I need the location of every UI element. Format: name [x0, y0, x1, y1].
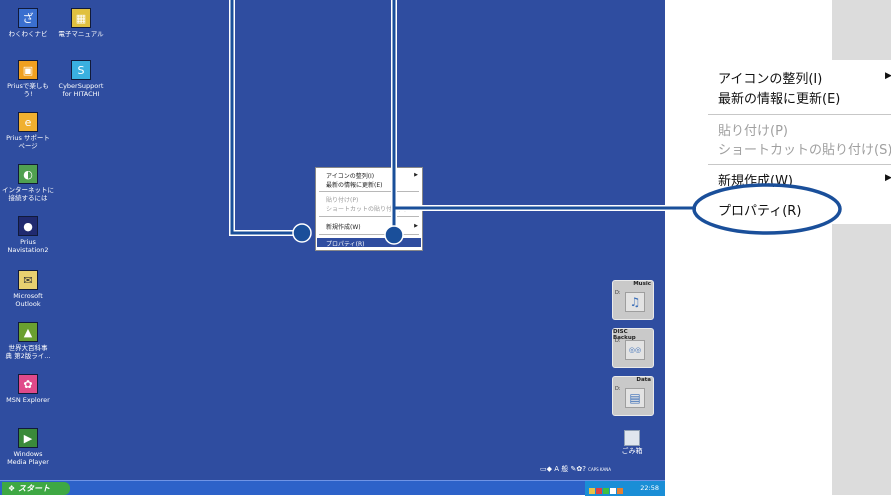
caps-kana-indicator: CAPS KANA	[588, 467, 611, 472]
desktop-icon-label: Prius Navistation2	[7, 238, 49, 254]
desktop-icon-cybersupport[interactable]: S CyberSupport for HITACHI	[45, 60, 117, 98]
start-button[interactable]: ❖ スタート	[2, 482, 70, 495]
desktop-icon-label: 電子マニュアル	[58, 30, 104, 38]
widget-drive: D:	[615, 386, 621, 392]
menu-separator	[319, 234, 419, 235]
start-label: スタート	[17, 484, 50, 493]
menu-separator	[319, 216, 419, 217]
desktop-icon-recycle-bin[interactable]: ごみ箱	[616, 430, 648, 456]
desktop-icon-label: 世界大百科事 典 第2版ライ...	[5, 344, 51, 360]
msn-explorer-icon: ✿	[18, 374, 38, 394]
media-player-icon: ▶	[18, 428, 38, 448]
desktop-icon-label: MSN Explorer	[6, 396, 50, 404]
widget-drive: D:	[615, 290, 621, 296]
menu-separator	[708, 164, 891, 165]
tray-icon[interactable]	[610, 488, 616, 494]
desktop-icon-label: インターネットに 接続するには	[2, 186, 54, 202]
widget-disc-backup[interactable]: DISC Backup D: ◎◎	[612, 328, 654, 368]
internet-connect-icon: ◐	[18, 164, 38, 184]
menu-item-properties[interactable]: プロパティ(R)	[718, 200, 801, 219]
desktop-icon-prius-support[interactable]: e Prius サポート ページ	[0, 112, 64, 150]
menu-separator	[708, 114, 891, 115]
tray-icon[interactable]	[596, 488, 602, 494]
tray-icon[interactable]	[617, 488, 623, 494]
widget-title: Data	[636, 377, 651, 383]
music-note-icon: ♫	[625, 292, 645, 312]
menu-item-paste: 貼り付け(P)	[718, 124, 788, 139]
desktop-icon-label: Microsoft Outlook	[13, 292, 43, 308]
outlook-icon: ✉	[18, 270, 38, 290]
menu-item-paste-shortcut: ショートカットの貼り付け(S)	[326, 206, 407, 213]
ime-mode-label: A 般	[554, 465, 569, 473]
taskbar: ❖ スタート 22:58	[0, 480, 665, 496]
disc-backup-icon: ◎◎	[625, 340, 645, 360]
desktop-icon-encyclopedia[interactable]: ▲ 世界大百科事 典 第2版ライ...	[0, 322, 64, 360]
desktop-icon-internet-connect[interactable]: ◐ インターネットに 接続するには	[0, 164, 64, 202]
desktop[interactable]: ざ わくわくナビ ▦ 電子マニュアル ▣ Priusで楽しも う! S Cybe…	[0, 0, 665, 480]
menu-item-new[interactable]: 新規作成(W)	[326, 222, 361, 231]
menu-item-properties[interactable]: プロパティ(R)	[326, 239, 365, 248]
desktop-icon-outlook[interactable]: ✉ Microsoft Outlook	[0, 270, 64, 308]
desktop-icon-label: CyberSupport for HITACHI	[58, 82, 104, 98]
navistation-icon: ●	[18, 216, 38, 236]
recycle-bin-label: ごみ箱	[621, 447, 643, 455]
menu-item-arrange-icons[interactable]: アイコンの整列(I)	[718, 68, 822, 87]
context-menu-enlarged: アイコンの整列(I) ▶ 最新の情報に更新(E) 貼り付け(P) ショートカット…	[696, 60, 891, 224]
desktop-icon-label: Prius サポート ページ	[6, 134, 50, 150]
data-files-icon: ▤	[625, 388, 645, 408]
clock[interactable]: 22:58	[640, 484, 659, 492]
widget-drive: D:	[615, 338, 621, 344]
prius-support-icon: e	[18, 112, 38, 132]
submenu-arrow-icon: ▶	[414, 172, 418, 178]
submenu-arrow-icon: ▶	[885, 173, 891, 183]
menu-item-paste: 貼り付け(P)	[326, 197, 359, 204]
ime-tools-icon: ✎✿?	[570, 465, 586, 473]
desktop-icon-msn-explorer[interactable]: ✿ MSN Explorer	[0, 374, 64, 404]
menu-item-refresh[interactable]: 最新の情報に更新(E)	[718, 88, 840, 107]
system-tray[interactable]: 22:58	[585, 481, 665, 496]
keyboard-icon: ▭◆	[540, 465, 552, 473]
desktop-icon-label: Windows Media Player	[7, 450, 49, 466]
menu-item-refresh[interactable]: 最新の情報に更新(E)	[326, 180, 382, 189]
encyclopedia-icon: ▲	[18, 322, 38, 342]
language-bar[interactable]: ▭◆ A 般 ✎✿? CAPS KANA	[540, 464, 611, 474]
submenu-arrow-icon: ▶	[414, 223, 418, 229]
cybersupport-icon: S	[71, 60, 91, 80]
electronic-manual-icon: ▦	[71, 8, 91, 28]
menu-item-new[interactable]: 新規作成(W)	[718, 170, 793, 189]
tray-icon[interactable]	[603, 488, 609, 494]
recycle-bin-icon	[624, 430, 640, 446]
menu-item-paste-shortcut: ショートカットの貼り付け(S)	[718, 143, 891, 158]
widget-music[interactable]: Music D: ♫	[612, 280, 654, 320]
widget-title: Music	[633, 281, 651, 287]
widget-data[interactable]: Data D: ▤	[612, 376, 654, 416]
desktop-icon-media-player[interactable]: ▶ Windows Media Player	[0, 428, 64, 466]
wakuwaku-navi-icon: ざ	[18, 8, 38, 28]
menu-separator	[319, 191, 419, 192]
tray-icon[interactable]	[589, 488, 595, 494]
submenu-arrow-icon: ▶	[885, 71, 891, 81]
desktop-icon-navistation[interactable]: ● Prius Navistation2	[0, 216, 64, 254]
windows-logo-icon: ❖	[8, 484, 16, 493]
menu-item-arrange-icons[interactable]: アイコンの整列(I)	[326, 171, 374, 180]
context-menu-small[interactable]: アイコンの整列(I) ▶ 最新の情報に更新(E) 貼り付け(P) ショートカット…	[315, 167, 423, 251]
tray-icons[interactable]	[589, 485, 624, 500]
prius-enjoy-icon: ▣	[18, 60, 38, 80]
desktop-icon-electronic-manual[interactable]: ▦ 電子マニュアル	[45, 8, 117, 38]
